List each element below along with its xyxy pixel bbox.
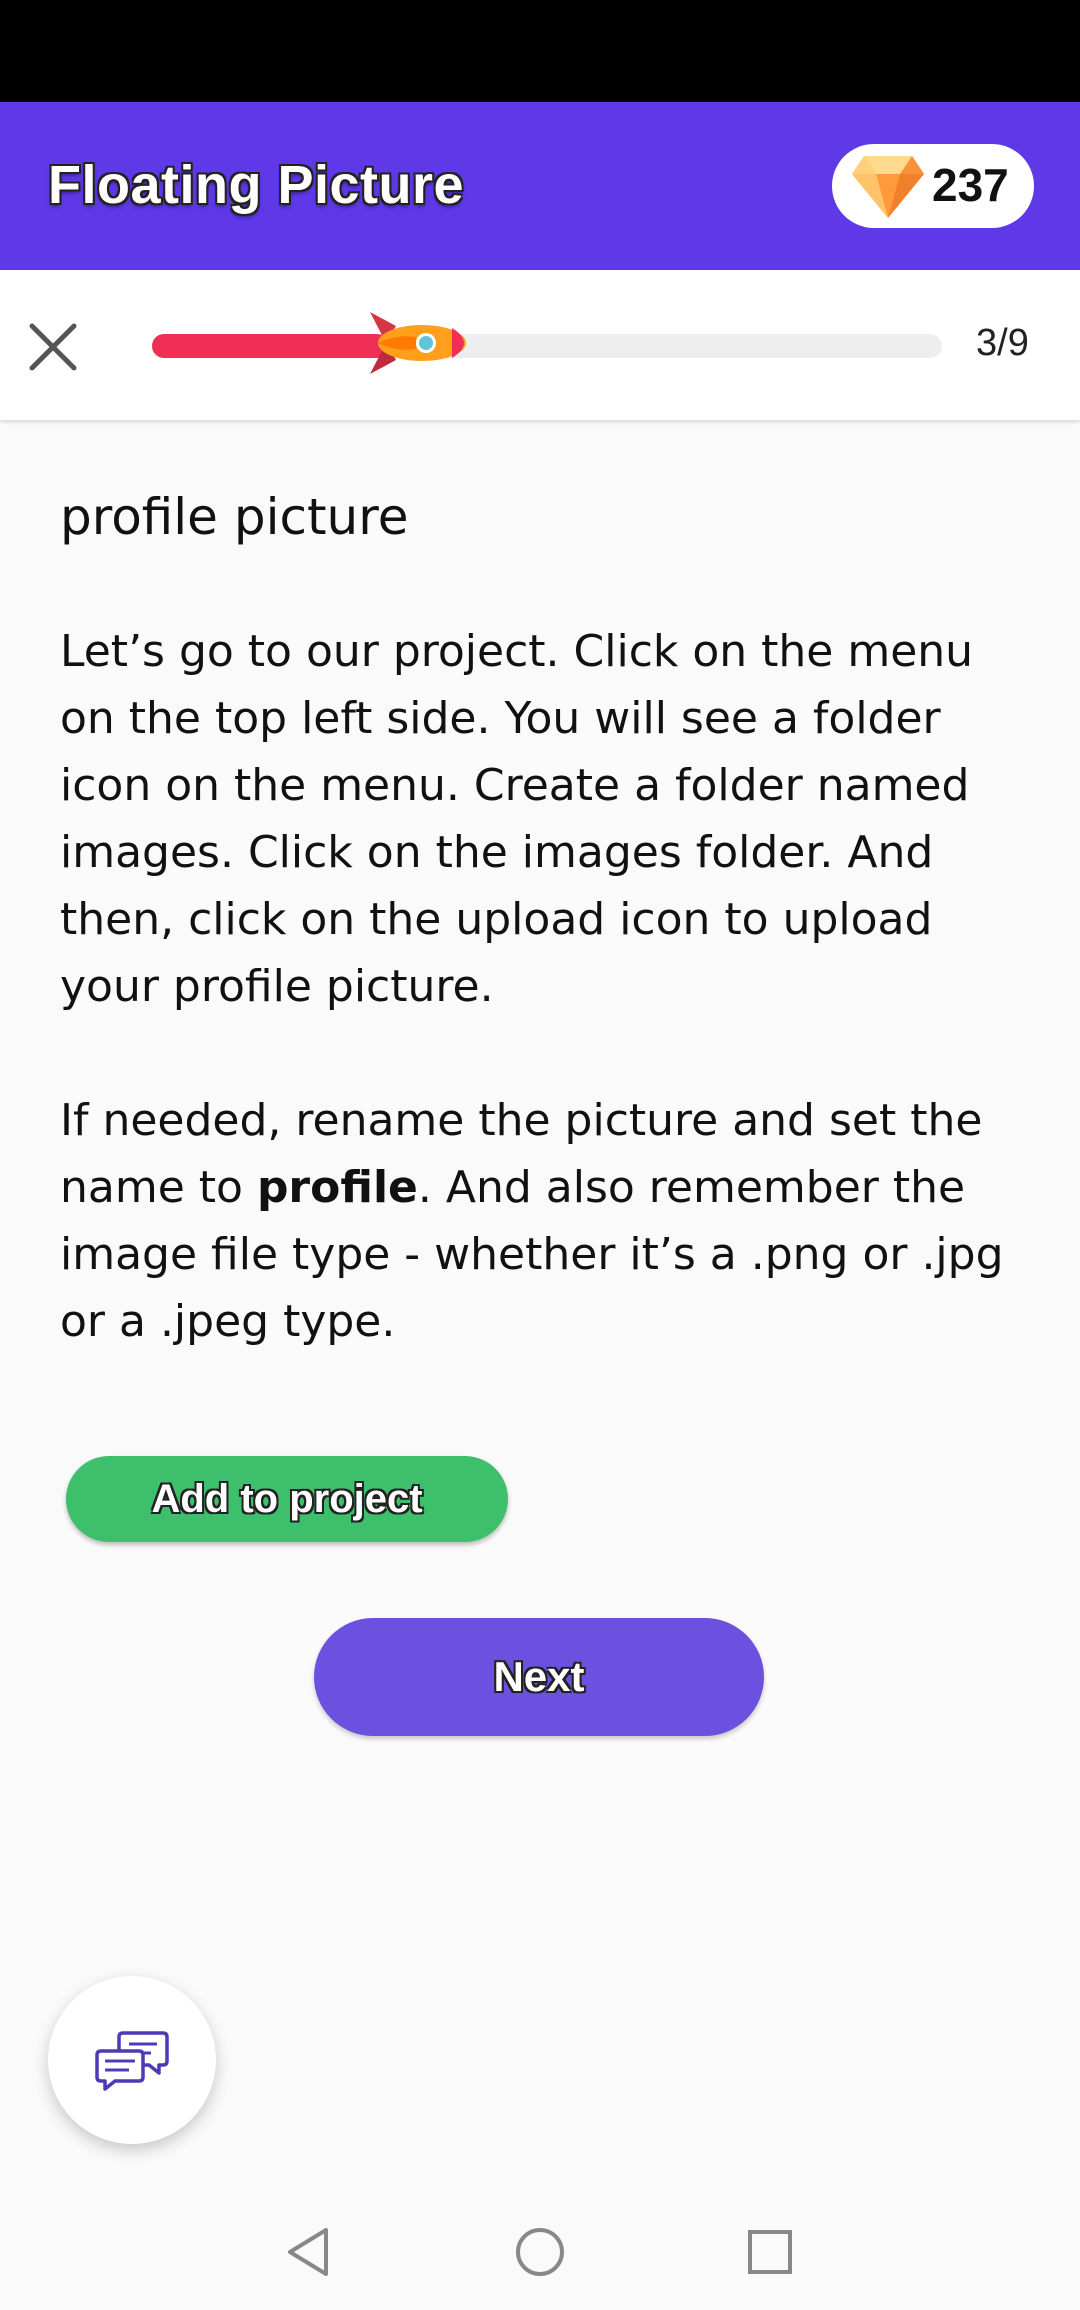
add-to-project-button[interactable]: Add to project: [66, 1456, 508, 1542]
bold-keyword: profile: [256, 1162, 418, 1213]
back-triangle-icon[interactable]: [282, 2224, 338, 2280]
close-icon[interactable]: [26, 320, 80, 374]
app-bar: Floating Picture 237: [0, 102, 1080, 270]
recents-square-icon[interactable]: [742, 2224, 798, 2280]
next-button[interactable]: Next: [314, 1618, 764, 1736]
progress-fill: [152, 334, 389, 358]
app-title: Floating Picture: [48, 155, 465, 215]
lesson-title: profile picture: [60, 488, 409, 546]
rocket-icon: [370, 312, 466, 374]
home-circle-icon[interactable]: [512, 2224, 568, 2280]
lesson-paragraph: Let’s go to our project. Click on the me…: [60, 626, 974, 1012]
gem-count: 237: [932, 159, 1009, 211]
lesson-body: Let’s go to our project. Click on the me…: [60, 618, 1030, 1422]
status-bar: [0, 0, 1080, 102]
gem-badge[interactable]: 237: [832, 144, 1034, 228]
diamond-icon: [852, 156, 924, 218]
chat-bubbles-icon: [95, 2031, 169, 2091]
progress-counter: 3/9: [976, 322, 1029, 364]
chat-button[interactable]: [48, 1976, 216, 2144]
progress-track: [152, 334, 942, 358]
lesson-paragraph: If needed, rename the picture and set th…: [60, 1087, 1030, 1355]
